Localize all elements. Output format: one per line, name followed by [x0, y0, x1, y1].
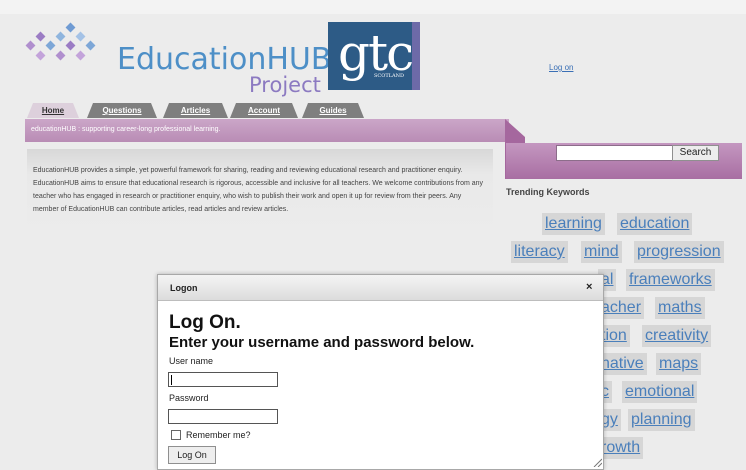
keyword-link[interactable]: maths [655, 297, 705, 319]
dialog-titlebar[interactable]: Logon × [158, 275, 603, 301]
tab-account-label: Account [248, 106, 280, 115]
gtc-logo-edge [412, 22, 420, 90]
search-input[interactable] [556, 145, 673, 161]
resize-grip-icon[interactable] [592, 457, 602, 467]
search-button[interactable]: Search [672, 145, 719, 161]
log-on-link[interactable]: Log on [549, 63, 573, 72]
remember-me-checkbox[interactable] [171, 430, 181, 440]
intro-panel: EducationHUB provides a simple, yet powe… [27, 149, 493, 235]
keyword-link[interactable]: creativity [642, 325, 712, 347]
keyword-link[interactable]: rowth [598, 437, 644, 459]
tab-questions-label: Questions [102, 106, 142, 115]
tab-questions[interactable]: Questions [87, 103, 157, 118]
trending-title: Trending Keywords [506, 187, 590, 197]
logon-dialog: Logon × Log On. Enter your username and … [157, 274, 604, 470]
educationhub-logo[interactable]: EducationHUB Project [25, 22, 331, 97]
keyword-link[interactable]: planning [628, 409, 695, 431]
close-icon[interactable]: × [586, 281, 592, 293]
log-on-button[interactable]: Log On [168, 446, 216, 464]
keyword-link[interactable]: literacy [511, 241, 568, 263]
page: EducationHUB Project gtc SCOTLAND Log on… [0, 0, 746, 470]
username-field[interactable] [168, 372, 278, 387]
keyword-link[interactable]: emotional [622, 381, 698, 403]
keyword-link[interactable]: maps [656, 353, 702, 375]
keyword-link[interactable]: progression [634, 241, 724, 263]
intro-text: EducationHUB provides a simple, yet powe… [33, 167, 484, 213]
tab-account[interactable]: Account [230, 103, 298, 118]
keyword-link[interactable]: native [598, 353, 647, 375]
keyword-link[interactable]: education [617, 213, 693, 235]
password-field[interactable] [168, 409, 278, 424]
tagline-banner: educationHUB : supporting career-long pr… [25, 119, 509, 142]
tab-home[interactable]: Home [27, 103, 79, 118]
logo-wordmark: EducationHUB [117, 42, 332, 77]
logon-subheading: Enter your username and password below. [169, 334, 475, 351]
keyword-link[interactable]: acher [598, 297, 645, 319]
gtc-scotland-logo[interactable]: gtc SCOTLAND [328, 22, 418, 90]
text-caret [171, 375, 172, 385]
tab-articles-label: Articles [180, 106, 211, 115]
tab-home-label: Home [41, 106, 65, 115]
logo-subtitle: Project [249, 73, 321, 97]
logon-heading: Log On. [169, 312, 241, 333]
keyword-link[interactable]: frameworks [626, 269, 715, 291]
top-band [0, 0, 746, 14]
tab-articles[interactable]: Articles [163, 103, 228, 118]
tab-guides[interactable]: Guides [302, 103, 364, 118]
username-label: User name [169, 356, 214, 366]
tagline-text: educationHUB : supporting career-long pr… [31, 126, 221, 133]
gtc-subtitle: SCOTLAND [374, 73, 404, 79]
dialog-title: Logon [170, 283, 198, 293]
keyword-link[interactable]: mind [581, 241, 622, 263]
password-label: Password [169, 393, 209, 403]
tab-guides-label: Guides [319, 106, 347, 115]
keyword-link[interactable]: learning [542, 213, 605, 235]
remember-me-label[interactable]: Remember me? [186, 430, 251, 440]
